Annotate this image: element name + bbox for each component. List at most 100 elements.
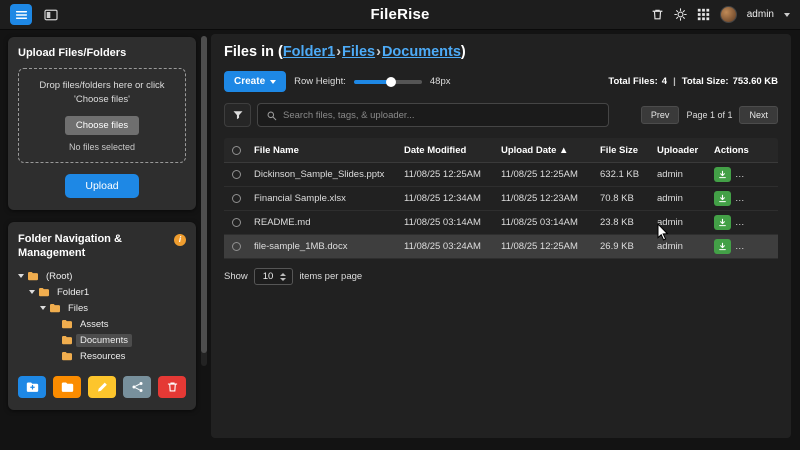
folder-label: Files [64, 302, 92, 315]
file-row[interactable]: Dickinson_Sample_Slides.pptx11/08/25 12:… [224, 163, 778, 187]
row-checkbox[interactable] [232, 170, 241, 179]
move-folder-button[interactable] [53, 376, 81, 398]
funnel-icon [232, 109, 244, 121]
prev-button[interactable]: Prev [641, 106, 680, 124]
pagination: Prev Page 1 of 1 Next [641, 106, 778, 124]
rename-button[interactable] [756, 191, 770, 206]
total-files-value: 4 [662, 76, 667, 87]
file-row[interactable]: Financial Sample.xlsx11/08/25 12:34AM11/… [224, 187, 778, 211]
table-header-row: File Name Date Modified Upload Date ▲ Fi… [224, 138, 778, 163]
select-all-checkbox[interactable] [232, 146, 241, 155]
tree-item-assets[interactable]: Assets [18, 316, 186, 332]
folder-icon [61, 319, 73, 329]
row-checkbox[interactable] [232, 218, 241, 227]
download-button[interactable] [714, 239, 731, 254]
file-date-modified: 11/08/25 03:14AM [404, 217, 501, 228]
tree-item-documents[interactable]: Documents [18, 332, 186, 348]
caret-down-icon[interactable] [18, 274, 24, 278]
delete-folder-button[interactable] [158, 376, 186, 398]
file-upload-date: 11/08/25 03:14AM [501, 217, 600, 228]
info-icon[interactable]: i [174, 234, 186, 246]
rename-button[interactable] [756, 215, 770, 230]
chevron-down-icon[interactable] [784, 13, 790, 17]
tree-item-files[interactable]: Files [18, 300, 186, 316]
file-name: README.md [254, 217, 404, 228]
page-info: Page 1 of 1 [686, 110, 732, 120]
caret-down-icon[interactable] [29, 290, 35, 294]
folder-label: Documents [76, 334, 132, 347]
upload-button[interactable]: Upload [65, 174, 138, 198]
row-checkbox[interactable] [232, 194, 241, 203]
rename-folder-button[interactable] [88, 376, 116, 398]
files-heading: Files in (Folder1›Files›Documents) [224, 44, 778, 60]
items-per-page-label: items per page [299, 271, 362, 282]
theme-toggle-button[interactable] [674, 8, 687, 21]
tree-item-folder1[interactable]: Folder1 [18, 284, 186, 300]
folder-icon [49, 303, 61, 313]
trash-icon [166, 381, 179, 393]
share-folder-button[interactable] [123, 376, 151, 398]
file-size: 23.8 KB [600, 217, 657, 228]
search-row: Prev Page 1 of 1 Next [224, 103, 778, 127]
download-icon [718, 194, 727, 203]
breadcrumb: Folder1›Files›Documents [283, 44, 461, 60]
download-button[interactable] [714, 167, 731, 182]
col-uploader[interactable]: Uploader [657, 145, 714, 156]
row-height-value: 48px [430, 76, 451, 87]
sidebar-toggle-button[interactable] [10, 4, 32, 25]
folder-icon [38, 287, 50, 297]
trash-button[interactable] [651, 8, 664, 21]
caret-down-icon[interactable] [40, 306, 46, 310]
col-date-modified[interactable]: Date Modified [404, 145, 501, 156]
file-row[interactable]: README.md11/08/25 03:14AM11/08/25 03:14A… [224, 211, 778, 235]
view-toggle-button[interactable] [40, 4, 62, 25]
upload-card-title: Upload Files/Folders [18, 47, 186, 59]
upload-dropzone[interactable]: Drop files/folders here or click 'Choose… [18, 68, 186, 163]
next-button[interactable]: Next [739, 106, 778, 124]
breadcrumb-link-files[interactable]: Files [342, 44, 375, 60]
create-button-label: Create [234, 76, 265, 87]
file-upload-date: 11/08/25 12:25AM [501, 169, 600, 180]
panel-layout-icon [44, 9, 58, 21]
apps-grid-button[interactable] [697, 8, 710, 21]
main-panel: Files in (Folder1›Files›Documents) Creat… [211, 34, 791, 438]
download-icon [718, 170, 727, 179]
total-files-label: Total Files: [608, 76, 657, 87]
download-icon [718, 242, 727, 251]
download-button[interactable] [714, 191, 731, 206]
per-page-select[interactable]: 10 [254, 268, 294, 285]
scrollbar-thumb[interactable] [201, 36, 207, 353]
search-icon [266, 110, 277, 121]
files-toolbar: Create Row Height: 48px Total Files: 4 |… [224, 71, 778, 92]
rename-button[interactable] [756, 167, 770, 182]
rename-button[interactable] [756, 239, 770, 254]
filter-button[interactable] [224, 103, 251, 127]
folder-actions [18, 376, 186, 398]
topbar-actions: admin [651, 6, 790, 23]
breadcrumb-link-documents[interactable]: Documents [382, 44, 461, 60]
file-row[interactable]: file-sample_1MB.docx11/08/25 03:24AM11/0… [224, 235, 778, 259]
tree-item-resources[interactable]: Resources [18, 348, 186, 364]
choose-files-button[interactable]: Choose files [65, 116, 139, 135]
search-input[interactable] [283, 110, 600, 121]
col-file-name[interactable]: File Name [254, 145, 404, 156]
download-button[interactable] [714, 215, 731, 230]
col-upload-date[interactable]: Upload Date ▲ [501, 145, 600, 156]
row-height-slider[interactable] [354, 80, 422, 84]
page-layout: Upload Files/Folders Drop files/folders … [0, 30, 800, 450]
create-button[interactable]: Create [224, 71, 286, 92]
create-folder-button[interactable] [18, 376, 46, 398]
col-file-size[interactable]: File Size [600, 145, 657, 156]
user-avatar[interactable] [720, 6, 737, 23]
tree-item-root[interactable]: (Root) [18, 268, 186, 284]
slider-thumb[interactable] [386, 77, 396, 87]
file-actions [714, 167, 770, 182]
breadcrumb-link-folder1[interactable]: Folder1 [283, 44, 335, 60]
total-size-label: Total Size: [682, 76, 729, 87]
topbar: FileRise admin [0, 0, 800, 30]
row-checkbox[interactable] [232, 242, 241, 251]
sun-icon [674, 8, 687, 21]
sidebar-scrollbar[interactable] [201, 36, 207, 366]
file-upload-date: 11/08/25 12:25AM [501, 241, 600, 252]
username[interactable]: admin [747, 9, 774, 20]
